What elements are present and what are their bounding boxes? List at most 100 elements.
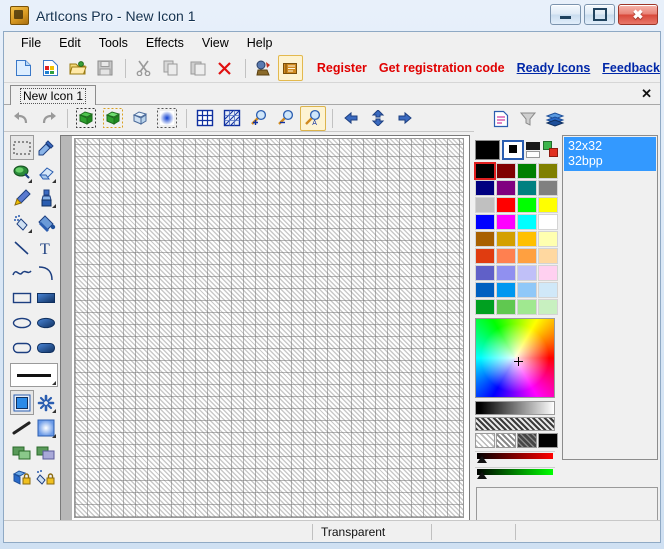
image-yellow-button[interactable]: [100, 106, 126, 131]
menu-edit[interactable]: Edit: [50, 33, 90, 53]
swap-colors-button[interactable]: [543, 141, 557, 159]
tool-eyedropper[interactable]: [34, 135, 58, 160]
palette-swatch[interactable]: [496, 265, 516, 281]
image-list-panel[interactable]: 32x32 32bpp: [562, 135, 658, 460]
tool-translucent-overlay[interactable]: [34, 440, 58, 465]
transparent-cube-button[interactable]: [127, 106, 153, 131]
palette-swatch[interactable]: [517, 214, 537, 230]
new-image-button[interactable]: [38, 55, 63, 81]
palette-swatch[interactable]: [538, 265, 558, 281]
palette-swatch[interactable]: [496, 214, 516, 230]
icon-grid[interactable]: [74, 138, 464, 518]
image-green-button[interactable]: [73, 106, 99, 131]
tool-opaque-overlay[interactable]: [10, 440, 34, 465]
palette-swatch[interactable]: [475, 248, 495, 264]
palette-swatch[interactable]: [517, 163, 537, 179]
palette-swatch[interactable]: [538, 163, 558, 179]
hatch-pattern-bar[interactable]: [475, 417, 555, 431]
line-width-selector[interactable]: [10, 363, 58, 387]
undo-button[interactable]: [8, 106, 34, 131]
tool-line[interactable]: [10, 235, 34, 260]
close-button[interactable]: ✖: [618, 4, 658, 25]
menu-file[interactable]: File: [12, 33, 50, 53]
copy-button[interactable]: [158, 55, 183, 81]
palette-swatch[interactable]: [538, 299, 558, 315]
open-button[interactable]: [65, 55, 90, 81]
palette-swatch[interactable]: [517, 299, 537, 315]
menu-view[interactable]: View: [193, 33, 238, 53]
extract-button[interactable]: [250, 55, 275, 81]
paste-button[interactable]: [185, 55, 210, 81]
palette-swatch[interactable]: [496, 248, 516, 264]
palette-swatch[interactable]: [517, 248, 537, 264]
palette-swatch[interactable]: [517, 180, 537, 196]
color-preview[interactable]: [526, 141, 540, 159]
tool-scatter[interactable]: [34, 390, 58, 415]
tool-fill[interactable]: [34, 210, 58, 235]
close-tab-button[interactable]: ✕: [641, 86, 652, 102]
nav-updown-button[interactable]: [365, 106, 391, 131]
tool-rectangle[interactable]: [10, 285, 34, 310]
palette-swatch[interactable]: [475, 231, 495, 247]
grayscale-bar[interactable]: [475, 401, 555, 415]
delete-button[interactable]: [212, 55, 237, 81]
green-slider-knob[interactable]: [477, 472, 487, 479]
palette-swatch[interactable]: [475, 299, 495, 315]
tool-rounded-rectangle[interactable]: [10, 335, 34, 360]
tool-gradient-fill[interactable]: [34, 415, 58, 440]
palette-swatch[interactable]: [517, 282, 537, 298]
palette-swatch[interactable]: [496, 231, 516, 247]
pattern-light-hatch[interactable]: [475, 433, 495, 448]
tool-text[interactable]: T: [34, 235, 58, 260]
pattern-medium-hatch[interactable]: [496, 433, 516, 448]
green-slider[interactable]: [475, 467, 555, 480]
zoom-fit-button[interactable]: A: [300, 106, 326, 131]
tool-select[interactable]: [10, 135, 34, 160]
red-slider[interactable]: [475, 451, 555, 464]
tool-filled-rounded-rectangle[interactable]: [34, 335, 58, 360]
palette-swatch[interactable]: [538, 282, 558, 298]
maximize-button[interactable]: [584, 4, 615, 25]
tool-paint[interactable]: [10, 160, 34, 185]
pattern-dark-hatch[interactable]: [517, 433, 537, 448]
tool-pencil[interactable]: [10, 185, 34, 210]
color-wheel-picker[interactable]: [475, 318, 555, 398]
cut-button[interactable]: [131, 55, 156, 81]
tool-lock-alpha[interactable]: [34, 465, 58, 490]
palette-swatch[interactable]: [475, 163, 495, 179]
menu-tools[interactable]: Tools: [90, 33, 137, 53]
tool-solid-fill[interactable]: [10, 390, 34, 415]
tool-filled-ellipse[interactable]: [34, 310, 58, 335]
pixel-grid-button[interactable]: [219, 106, 245, 131]
palette-swatch[interactable]: [496, 163, 516, 179]
grid-button[interactable]: [192, 106, 218, 131]
palette-swatch[interactable]: [538, 180, 558, 196]
palette-swatch[interactable]: [475, 180, 495, 196]
tool-arc[interactable]: [34, 260, 58, 285]
minimize-button[interactable]: [550, 4, 581, 25]
new-icon-button[interactable]: [11, 55, 36, 81]
palette-swatch[interactable]: [496, 299, 516, 315]
tab-new-icon-1[interactable]: New Icon 1: [10, 85, 96, 105]
palette-swatch[interactable]: [496, 180, 516, 196]
palette-swatch[interactable]: [496, 197, 516, 213]
zoom-out-button[interactable]: [273, 106, 299, 131]
palette-swatch[interactable]: [517, 265, 537, 281]
foreground-color-swatch[interactable]: [475, 140, 500, 160]
palette-swatch[interactable]: [538, 231, 558, 247]
feedback-link[interactable]: Feedback: [602, 61, 660, 75]
ready-icons-link[interactable]: Ready Icons: [517, 61, 591, 75]
tool-filled-rectangle[interactable]: [34, 285, 58, 310]
palette-swatch[interactable]: [517, 197, 537, 213]
layers-button[interactable]: [542, 106, 568, 131]
tool-curve[interactable]: [10, 260, 34, 285]
palette-swatch[interactable]: [538, 248, 558, 264]
palette-swatch[interactable]: [496, 282, 516, 298]
delete-image-button[interactable]: [515, 106, 541, 131]
nav-left-button[interactable]: [338, 106, 364, 131]
tool-gradient-line[interactable]: [10, 415, 34, 440]
palette-swatch[interactable]: [538, 197, 558, 213]
nav-right-button[interactable]: [392, 106, 418, 131]
red-slider-knob[interactable]: [477, 456, 487, 463]
blur-button[interactable]: [154, 106, 180, 131]
